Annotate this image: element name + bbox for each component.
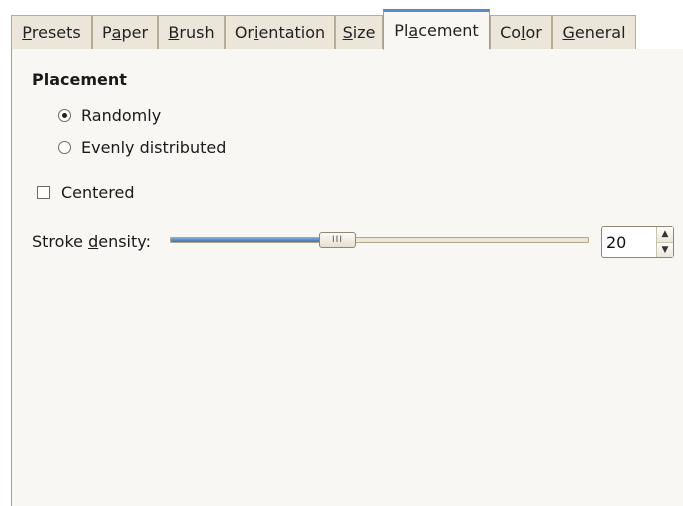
checkbox-label: Centered xyxy=(61,183,135,202)
tab-bar: Presets Pa per Brush Or i entation Size Pl a… xyxy=(11,9,683,50)
stroke-density-slider[interactable]: III xyxy=(170,232,589,248)
slider-fill xyxy=(171,238,321,242)
tab-color[interactable]: Co l or xyxy=(490,15,552,50)
tab-presets[interactable]: Presets xyxy=(11,15,92,50)
radio-randomly[interactable]: Randomly xyxy=(58,106,161,125)
placement-panel: Placement Randomly Evenly distributed Ce… xyxy=(11,49,683,506)
radio-indicator xyxy=(58,109,71,122)
tab-paper[interactable]: Pa per xyxy=(92,15,158,50)
tab-size[interactable]: Size xyxy=(335,15,383,50)
section-title: Placement xyxy=(32,70,127,89)
tab-brush[interactable]: Brush xyxy=(158,15,225,50)
radio-label: Randomly xyxy=(81,106,162,125)
tab-orientation[interactable]: Or i entation xyxy=(225,15,335,50)
spin-down-icon[interactable]: ▼ xyxy=(657,241,673,257)
radio-evenly-distributed[interactable]: Evenly distributed xyxy=(58,138,226,157)
stroke-density-input[interactable] xyxy=(602,227,656,257)
tab-placement[interactable]: Pl a cement xyxy=(383,9,490,50)
tab-general[interactable]: General xyxy=(552,15,636,50)
radio-label: Evenly distributed xyxy=(81,138,227,157)
centered-checkbox[interactable]: Centered xyxy=(37,183,135,202)
stroke-density-spinbutton: ▲ ▼ xyxy=(601,226,674,258)
spin-buttons: ▲ ▼ xyxy=(656,227,673,257)
spin-up-icon[interactable]: ▲ xyxy=(657,227,673,242)
checkbox-box xyxy=(37,186,50,199)
stroke-density-label: Stroke density: xyxy=(32,232,151,251)
radio-indicator xyxy=(58,141,71,154)
slider-handle[interactable]: III xyxy=(319,232,356,248)
